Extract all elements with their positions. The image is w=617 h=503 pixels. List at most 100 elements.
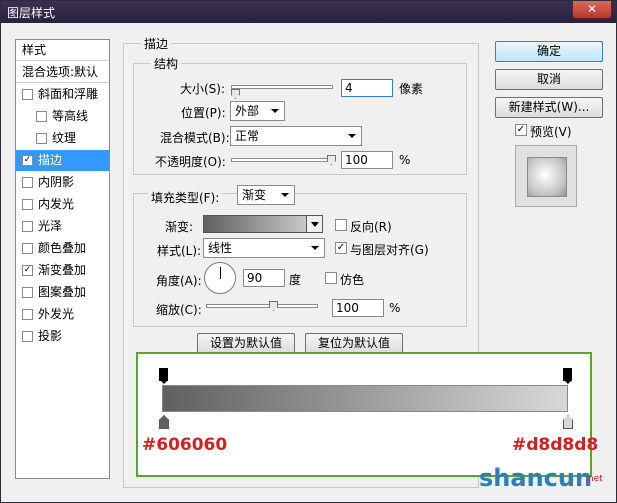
blend-mode-select[interactable]: 正常 xyxy=(230,126,362,146)
title-bar[interactable]: 图层样式 ✕ xyxy=(1,1,616,23)
gradient-overlay-checkbox[interactable]: ✓ xyxy=(22,265,33,276)
gradient-picker[interactable] xyxy=(203,215,323,233)
color-overlay-label: 颜色叠加 xyxy=(38,241,87,255)
sidebar-item-texture[interactable]: 纹理 xyxy=(16,128,109,149)
gradient-overlay-label: 渐变叠加 xyxy=(38,263,87,277)
opacity-input[interactable]: 100 xyxy=(341,151,393,169)
chevron-down-icon xyxy=(348,134,356,138)
stroke-section-title: 描边 xyxy=(141,35,172,52)
angle-label: 角度(A): xyxy=(156,274,202,288)
sidebar-item-contour[interactable]: 等高线 xyxy=(16,106,109,127)
styles-header[interactable]: 样式 xyxy=(16,40,109,61)
sidebar-item-satin[interactable]: 光泽 xyxy=(16,216,109,237)
contour-label: 等高线 xyxy=(52,109,89,123)
bevel-label: 斜面和浮雕 xyxy=(38,87,99,101)
bevel-checkbox[interactable] xyxy=(22,89,33,100)
watermark-net: .net xyxy=(585,474,603,484)
sidebar-item-inner-glow[interactable]: 内发光 xyxy=(16,194,109,215)
angle-dial[interactable] xyxy=(204,262,236,294)
angle-input[interactable]: 90 xyxy=(243,269,285,287)
style-preview xyxy=(515,145,577,207)
inner-glow-checkbox[interactable] xyxy=(22,199,33,210)
new-style-button[interactable]: 新建样式(W)... xyxy=(495,97,603,118)
position-select[interactable]: 外部 xyxy=(230,101,285,121)
opacity-label: 不透明度(O): xyxy=(155,155,226,169)
texture-checkbox[interactable] xyxy=(36,133,47,144)
blend-mode-label: 混合模式(B): xyxy=(160,131,230,145)
drop-shadow-checkbox[interactable] xyxy=(22,331,33,342)
preview-label: 预览(V) xyxy=(530,125,572,139)
satin-checkbox[interactable] xyxy=(22,221,33,232)
preview-swatch xyxy=(527,157,567,197)
chevron-down-icon xyxy=(311,222,319,227)
color-overlay-checkbox[interactable] xyxy=(22,243,33,254)
outer-glow-checkbox[interactable] xyxy=(22,309,33,320)
watermark-logo: shancun xyxy=(479,464,592,492)
opacity-slider[interactable] xyxy=(231,158,335,162)
inner-shadow-label: 内阴影 xyxy=(38,175,75,189)
sidebar-item-outer-glow[interactable]: 外发光 xyxy=(16,304,109,325)
end-color-label: #d8d8d8 xyxy=(512,435,599,455)
gradient-label: 渐变: xyxy=(165,220,194,234)
styles-header-label: 样式 xyxy=(22,43,47,57)
sidebar-item-stroke[interactable]: ✓ 描边 xyxy=(16,150,109,171)
size-unit: 像素 xyxy=(399,82,424,96)
fill-type-label: 填充类型(F): xyxy=(148,189,223,206)
sidebar-item-bevel[interactable]: 斜面和浮雕 xyxy=(16,84,109,105)
size-label: 大小(S): xyxy=(180,82,226,96)
size-slider[interactable] xyxy=(231,85,333,89)
color-stop-right[interactable] xyxy=(563,415,573,429)
structure-title: 结构 xyxy=(151,55,182,72)
preview-checkbox[interactable]: ✓ xyxy=(515,124,527,136)
reverse-checkbox[interactable] xyxy=(335,219,347,231)
chevron-down-icon xyxy=(311,246,319,250)
align-layer-label: 与图层对齐(G) xyxy=(350,243,429,257)
layer-style-dialog: 图层样式 ✕ 样式 混合选项:默认 斜面和浮雕 等高线 纹理 ✓ 描边 内阴影 … xyxy=(0,0,617,503)
sidebar-item-drop-shadow[interactable]: 投影 xyxy=(16,326,109,347)
contour-checkbox[interactable] xyxy=(36,111,47,122)
sidebar-item-gradient-overlay[interactable]: ✓ 渐变叠加 xyxy=(16,260,109,281)
reverse-label: 反向(R) xyxy=(350,220,392,234)
gradient-dropdown[interactable] xyxy=(306,216,322,232)
outer-glow-label: 外发光 xyxy=(38,307,75,321)
scale-slider[interactable] xyxy=(206,304,318,308)
start-color-label: #606060 xyxy=(142,435,228,455)
opacity-stop-right[interactable] xyxy=(563,368,572,384)
fill-type-value: 渐变 xyxy=(242,188,267,202)
inner-glow-label: 内发光 xyxy=(38,197,75,211)
style-select[interactable]: 线性 xyxy=(203,238,325,258)
cancel-button[interactable]: 取消 xyxy=(495,69,603,90)
fill-type-select[interactable]: 渐变 xyxy=(237,185,295,205)
position-value: 外部 xyxy=(235,104,260,118)
pattern-overlay-label: 图案叠加 xyxy=(38,285,87,299)
size-input[interactable]: 4 xyxy=(341,79,393,97)
dither-checkbox[interactable] xyxy=(325,272,337,284)
dither-label: 仿色 xyxy=(340,273,365,287)
gradient-bar[interactable] xyxy=(162,385,568,412)
reset-default-button[interactable]: 复位为默认值 xyxy=(305,333,403,354)
blend-options-item[interactable]: 混合选项:默认 xyxy=(16,62,109,83)
texture-label: 纹理 xyxy=(52,131,77,145)
stroke-checkbox[interactable]: ✓ xyxy=(22,155,33,166)
angle-dial-hand xyxy=(220,267,221,279)
blend-mode-value: 正常 xyxy=(235,129,260,143)
watermark-text: shancun xyxy=(479,464,593,492)
style-label: 样式(L): xyxy=(157,244,202,258)
sidebar-item-color-overlay[interactable]: 颜色叠加 xyxy=(16,238,109,259)
scale-input[interactable]: 100 xyxy=(332,299,384,317)
style-list: 样式 混合选项:默认 斜面和浮雕 等高线 纹理 ✓ 描边 内阴影 内发光 光泽 … xyxy=(15,39,110,479)
close-button[interactable]: ✕ xyxy=(572,1,612,19)
align-layer-checkbox[interactable]: ✓ xyxy=(335,242,347,254)
sidebar-item-pattern-overlay[interactable]: 图案叠加 xyxy=(16,282,109,303)
pattern-overlay-checkbox[interactable] xyxy=(22,287,33,298)
gradient-editor-annotation: #606060 #d8d8d8 xyxy=(136,352,598,477)
inner-shadow-checkbox[interactable] xyxy=(22,177,33,188)
set-default-button[interactable]: 设置为默认值 xyxy=(197,333,295,354)
ok-button[interactable]: 确定 xyxy=(495,41,603,62)
sidebar-item-inner-shadow[interactable]: 内阴影 xyxy=(16,172,109,193)
window-title: 图层样式 xyxy=(7,6,56,20)
blend-options-label: 混合选项:默认 xyxy=(22,65,99,79)
opacity-stop-left[interactable] xyxy=(159,368,168,384)
color-stop-left[interactable] xyxy=(159,415,169,429)
chevron-down-icon xyxy=(281,193,289,197)
